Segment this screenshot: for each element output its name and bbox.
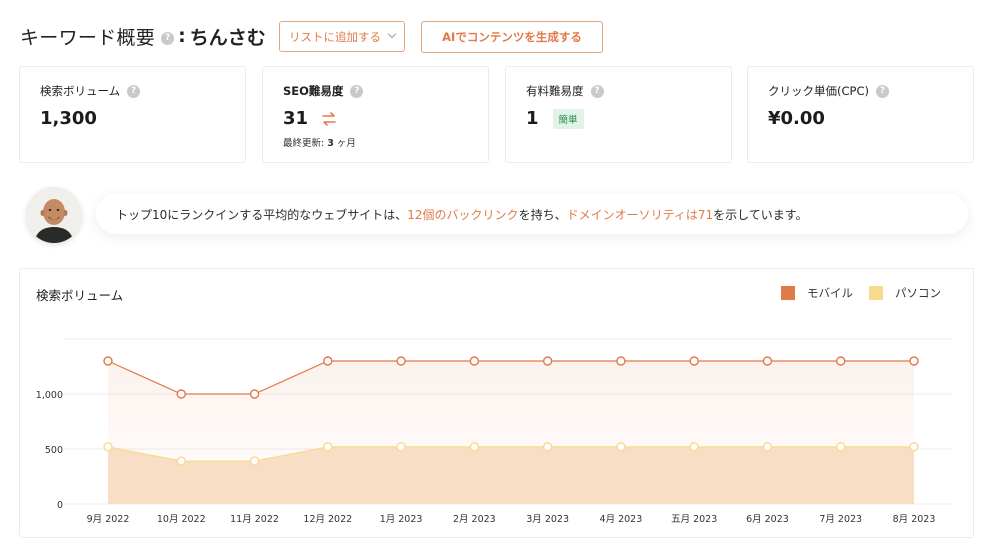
desktop-data-point: [176, 456, 186, 466]
insight-text: トップ10にランクインする平均的なウェブサイトは、: [116, 207, 408, 222]
desktop-data-point: [762, 442, 773, 452]
x-tick-label: 7月 2023: [819, 514, 862, 525]
metric-label: 検索ボリューム: [40, 84, 121, 98]
y-tick-label: 500: [45, 445, 63, 456]
question-circle-icon[interactable]: ?: [127, 84, 141, 98]
mobile-data-point: [323, 356, 333, 366]
metric-label: SEO難易度: [283, 84, 344, 98]
last-updated-value: 3: [327, 138, 334, 149]
difficulty-badge: 簡単: [552, 108, 584, 129]
chart-title: 検索ボリューム: [36, 288, 124, 303]
metric-value-row: 31: [283, 108, 468, 129]
x-tick-label: 4月 2023: [600, 514, 643, 525]
mobile-data-point: [689, 356, 699, 366]
chevron-down-icon: [387, 29, 397, 39]
desktop-data-point: [689, 442, 699, 452]
desktop-data-point: [616, 442, 626, 452]
add-to-list-dropdown[interactable]: リストに追加する: [279, 21, 405, 52]
legend-swatch-desktop: [869, 286, 883, 300]
search-volume-chart: 0 500 1,000 9月 2022 10月 2022 11月 2022 12月 2022…: [36, 338, 952, 525]
metric-card-search-volume: 検索ボリューム ? 1,300: [19, 66, 246, 163]
desktop-data-point: [249, 456, 260, 466]
legend-item-mobile[interactable]: モバイル: [781, 285, 853, 301]
mobile-data-point: [836, 356, 846, 366]
person-avatar-icon: [26, 187, 82, 243]
desktop-data-point: [469, 442, 480, 452]
x-tick-label: 3月 2023: [526, 514, 569, 525]
legend-swatch-mobile: [781, 286, 795, 300]
desktop-data-point: [396, 442, 406, 452]
desktop-data-point: [542, 442, 553, 452]
question-circle-icon[interactable]: ?: [875, 84, 889, 98]
x-tick-label: 五月 2023: [671, 514, 717, 525]
y-tick-label: 0: [57, 500, 63, 511]
metric-label-row: 検索ボリューム ?: [40, 83, 225, 99]
add-to-list-label: リストに追加する: [289, 29, 381, 44]
question-circle-icon[interactable]: ?: [590, 84, 604, 98]
y-tick-label: 1,000: [36, 390, 63, 401]
domain-authority-highlight: ドメインオーソリティは71: [566, 207, 714, 222]
question-circle-icon[interactable]: ?: [350, 84, 364, 98]
mobile-data-point: [616, 356, 626, 366]
avatar: [26, 187, 82, 243]
mobile-data-point: [469, 356, 480, 366]
x-tick-label: 1月 2023: [380, 514, 423, 525]
title-separator: :: [178, 25, 186, 47]
legend-item-desktop[interactable]: パソコン: [869, 285, 941, 301]
insight-bubble: トップ10にランクインする平均的なウェブサイトは、 12個のバックリンク を持ち…: [96, 194, 968, 234]
last-updated: 最終更新: 3 ヶ月: [283, 135, 468, 149]
desktop-data-point: [323, 442, 333, 452]
metric-card-seo-difficulty: SEO難易度 ? 31 最終更新: 3 ヶ月: [262, 66, 489, 163]
x-tick-label: 8月 2023: [893, 514, 936, 525]
x-tick-label: 11月 2022: [230, 514, 279, 525]
keyword-title: ちんさむ: [189, 26, 266, 49]
x-tick-label: 2月 2023: [453, 514, 496, 525]
mobile-data-point: [396, 356, 406, 366]
metric-label: クリック単価(CPC): [768, 84, 869, 98]
mobile-data-point: [762, 356, 773, 366]
mobile-data-point: [103, 356, 113, 366]
metric-label-row: 有料難易度 ?: [526, 83, 711, 99]
refresh-swap-icon[interactable]: [320, 111, 338, 127]
insight-text: を持ち、: [518, 207, 567, 222]
metric-label-row: クリック単価(CPC) ?: [768, 83, 953, 99]
insight-text: を示しています。: [713, 207, 808, 222]
legend-label-mobile: モバイル: [807, 286, 853, 300]
mobile-data-point: [176, 389, 186, 399]
metric-value-row: 1,300: [40, 108, 225, 129]
mobile-data-point: [542, 356, 553, 366]
mobile-area: [108, 361, 914, 462]
metric-label: 有料難易度: [526, 84, 584, 98]
metric-label-row: SEO難易度 ?: [283, 83, 468, 99]
metric-value: ¥0.00: [768, 108, 825, 129]
last-updated-suffix: ヶ月: [336, 138, 356, 149]
mobile-data-point: [909, 356, 919, 366]
metric-value-row: 1 簡単: [526, 108, 711, 129]
page-title: キーワード概要: [20, 26, 156, 49]
x-tick-label: 6月 2023: [746, 514, 789, 525]
legend-label-desktop: パソコン: [895, 286, 941, 300]
desktop-data-point: [836, 442, 846, 452]
chart-legend: モバイル パソコン: [765, 285, 941, 301]
last-updated-prefix: 最終更新:: [283, 138, 325, 149]
generate-ai-content-label: AIでコンテンツを生成する: [442, 30, 582, 44]
metric-value: 1,300: [40, 108, 97, 129]
x-tick-label: 9月 2022: [87, 514, 130, 525]
metric-value-row: ¥0.00: [768, 108, 953, 129]
x-tick-label: 12月 2022: [303, 514, 352, 525]
metric-card-cpc: クリック単価(CPC) ? ¥0.00: [747, 66, 974, 163]
metric-card-paid-difficulty: 有料難易度 ? 1 簡単: [505, 66, 732, 163]
x-tick-label: 10月 2022: [157, 514, 206, 525]
backlinks-highlight: 12個のバックリンク: [407, 207, 519, 222]
question-circle-icon[interactable]: ?: [161, 31, 175, 45]
desktop-data-point: [909, 442, 919, 452]
page-header: キーワード概要 ? : ちんさむ: [20, 18, 266, 54]
generate-ai-content-button[interactable]: AIでコンテンツを生成する: [421, 21, 603, 53]
metric-value: 1: [526, 108, 539, 129]
metric-value: 31: [283, 108, 309, 129]
mobile-data-point: [249, 389, 260, 399]
search-volume-chart-card: 0 500 1,000 9月 2022 10月 2022 11月 2022 12月 2022…: [19, 268, 974, 538]
desktop-data-point: [103, 442, 113, 452]
